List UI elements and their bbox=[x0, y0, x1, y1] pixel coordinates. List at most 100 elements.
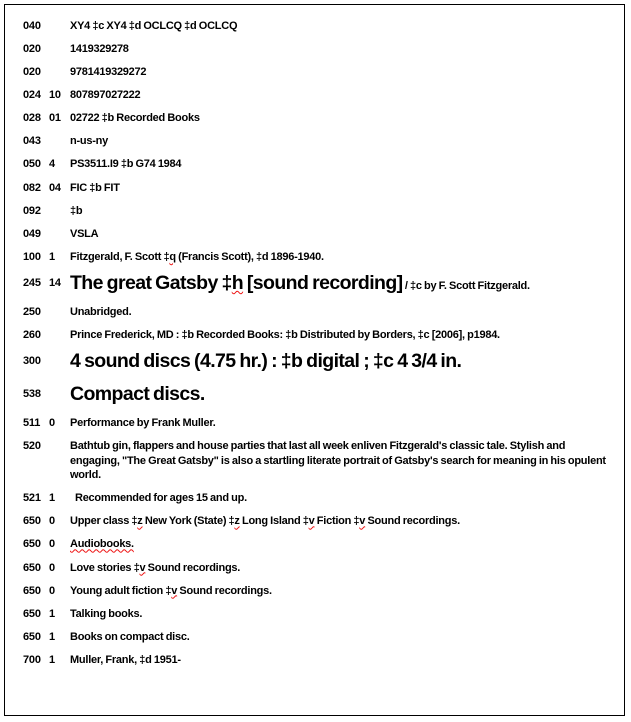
marc-content: Muller, Frank, ‡d 1951- bbox=[70, 653, 181, 666]
marc-content: Fitzgerald, F. Scott ‡q (Francis Scott),… bbox=[70, 250, 324, 263]
marc-tag: 260 bbox=[23, 329, 41, 342]
marc-row[interactable]: 043 n-us-ny bbox=[5, 134, 624, 148]
marc-indicators: 1 bbox=[49, 630, 55, 643]
marc-tag: 028 bbox=[23, 112, 41, 125]
marc-row[interactable]: 020 9781419329272 bbox=[5, 65, 624, 79]
marc-content: Talking books. bbox=[70, 607, 143, 620]
marc-content: Unabridged. bbox=[70, 306, 132, 319]
marc-tag: 024 bbox=[23, 89, 41, 102]
misspelled-word: v bbox=[171, 584, 178, 597]
marc-row[interactable]: 650 0 Love stories ‡v Sound recordings. bbox=[5, 561, 624, 575]
marc-tag: 300 bbox=[23, 355, 41, 368]
marc-content: 4 sound discs (4.75 hr.) : ‡b digital ; … bbox=[70, 350, 462, 373]
marc-content: The great Gatsby ‡h [sound recording] / … bbox=[70, 271, 616, 294]
marc-field-list: 040 XY4 ‡c XY4 ‡d OCLCQ ‡d OCLCQ 020 141… bbox=[5, 5, 624, 667]
title-main: The great Gatsby ‡h [sound recording] bbox=[70, 271, 403, 294]
misspelled-word: h bbox=[231, 271, 244, 294]
marc-record-frame: 040 XY4 ‡c XY4 ‡d OCLCQ ‡d OCLCQ 020 141… bbox=[4, 4, 625, 716]
marc-row-title[interactable]: 245 14 The great Gatsby ‡h [sound record… bbox=[5, 271, 624, 294]
marc-content: FIC ‡b FIT bbox=[70, 181, 120, 194]
marc-indicators: 4 bbox=[49, 158, 55, 171]
marc-row-summary[interactable]: 520 Bathtub gin, flappers and house part… bbox=[5, 439, 624, 482]
marc-row[interactable]: 040 XY4 ‡c XY4 ‡d OCLCQ ‡d OCLCQ bbox=[5, 19, 624, 33]
marc-tag: 650 bbox=[23, 584, 41, 597]
statement-of-responsibility: / ‡c by F. Scott Fitzgerald. bbox=[402, 279, 530, 292]
marc-content: n-us-ny bbox=[70, 134, 616, 148]
marc-tag: 092 bbox=[23, 204, 41, 217]
marc-tag: 020 bbox=[23, 43, 41, 56]
marc-tag: 650 bbox=[23, 607, 41, 620]
marc-row[interactable]: 028 01 02722 ‡b Recorded Books bbox=[5, 111, 624, 125]
marc-content: VSLA bbox=[70, 227, 99, 240]
marc-tag: 700 bbox=[23, 653, 41, 666]
marc-tag: 650 bbox=[23, 561, 41, 574]
marc-indicators: 1 bbox=[49, 250, 55, 263]
marc-tag: 521 bbox=[23, 492, 41, 505]
marc-indicators: 0 bbox=[49, 417, 55, 430]
marc-indicators: 0 bbox=[49, 584, 55, 597]
marc-tag: 250 bbox=[23, 306, 41, 319]
marc-indicators: 1 bbox=[49, 492, 55, 505]
marc-content: Bathtub gin, flappers and house parties … bbox=[70, 440, 606, 481]
misspelled-word: q bbox=[169, 250, 176, 263]
marc-content: PS3511.I9 ‡b G74 1984 bbox=[70, 158, 182, 171]
marc-row[interactable]: 092 ‡b bbox=[5, 204, 624, 218]
marc-row[interactable]: 020 1419329278 bbox=[5, 42, 624, 56]
marc-row[interactable]: 650 0 Young adult fiction ‡v Sound recor… bbox=[5, 584, 624, 598]
marc-tag: 100 bbox=[23, 250, 41, 263]
marc-indicators: 04 bbox=[49, 181, 61, 194]
misspelled-word: Audiobooks. bbox=[70, 538, 134, 551]
misspelled-word: v bbox=[359, 515, 366, 528]
misspelled-word: v bbox=[308, 515, 315, 528]
marc-row-physical-description[interactable]: 300 4 sound discs (4.75 hr.) : ‡b digita… bbox=[5, 350, 624, 373]
marc-row[interactable]: 650 0 Audiobooks. bbox=[5, 537, 624, 551]
marc-row[interactable]: 024 10 807897027222 bbox=[5, 88, 624, 102]
marc-content: Young adult fiction ‡v Sound recordings. bbox=[70, 584, 272, 597]
misspelled-word: v bbox=[139, 561, 146, 574]
marc-tag: 020 bbox=[23, 66, 41, 79]
marc-tag: 520 bbox=[23, 440, 41, 453]
marc-row[interactable]: 250 Unabridged. bbox=[5, 305, 624, 319]
marc-row[interactable]: 100 1 Fitzgerald, F. Scott ‡q (Francis S… bbox=[5, 250, 624, 264]
marc-row[interactable]: 260 Prince Frederick, MD : ‡b Recorded B… bbox=[5, 328, 624, 342]
marc-content: Audiobooks. bbox=[70, 537, 616, 551]
marc-tag: 049 bbox=[23, 227, 41, 240]
marc-row[interactable]: 650 1 Talking books. bbox=[5, 607, 624, 621]
marc-tag: 650 bbox=[23, 630, 41, 643]
marc-content: ‡b bbox=[70, 204, 83, 217]
marc-content-text: n-us-ny bbox=[70, 135, 108, 148]
marc-content: Books on compact disc. bbox=[70, 630, 190, 643]
marc-content: 02722 ‡b Recorded Books bbox=[70, 112, 200, 125]
marc-row[interactable]: 082 04 FIC ‡b FIT bbox=[5, 181, 624, 195]
marc-content: 1419329278 bbox=[70, 43, 129, 56]
marc-content: Performance by Frank Muller. bbox=[70, 417, 216, 430]
marc-tag: 650 bbox=[23, 515, 41, 528]
marc-indicators: 0 bbox=[49, 561, 55, 574]
marc-indicators: 10 bbox=[49, 89, 61, 102]
marc-row[interactable]: 521 1 Recommended for ages 15 and up. bbox=[5, 491, 624, 505]
marc-row[interactable]: 650 1 Books on compact disc. bbox=[5, 630, 624, 644]
marc-tag: 538 bbox=[23, 387, 41, 400]
marc-indicators: 1 bbox=[49, 653, 55, 666]
marc-tag: 082 bbox=[23, 181, 41, 194]
marc-indicators: 01 bbox=[49, 112, 61, 125]
marc-tag: 043 bbox=[23, 135, 41, 148]
misspelled-word: z bbox=[234, 515, 240, 528]
marc-content: Upper class ‡z New York (State) ‡z Long … bbox=[70, 515, 460, 528]
marc-row[interactable]: 049 VSLA bbox=[5, 227, 624, 241]
marc-content: Recommended for ages 15 and up. bbox=[75, 492, 247, 505]
marc-content: 9781419329272 bbox=[70, 66, 147, 79]
marc-row[interactable]: 700 1 Muller, Frank, ‡d 1951- bbox=[5, 653, 624, 667]
marc-row-system-details[interactable]: 538 Compact discs. bbox=[5, 382, 624, 405]
marc-row[interactable]: 650 0 Upper class ‡z New York (State) ‡z… bbox=[5, 514, 624, 528]
marc-row[interactable]: 511 0 Performance by Frank Muller. bbox=[5, 416, 624, 430]
marc-content: Prince Frederick, MD : ‡b Recorded Books… bbox=[70, 329, 500, 342]
marc-tag: 650 bbox=[23, 538, 41, 551]
marc-row[interactable]: 050 4 PS3511.I9 ‡b G74 1984 bbox=[5, 157, 624, 171]
marc-content: Love stories ‡v Sound recordings. bbox=[70, 561, 241, 574]
marc-content: Compact discs. bbox=[70, 382, 205, 405]
marc-indicators: 1 bbox=[49, 607, 55, 620]
marc-indicators: 0 bbox=[49, 515, 55, 528]
marc-indicators: 0 bbox=[49, 538, 55, 551]
marc-content: XY4 ‡c XY4 ‡d OCLCQ ‡d OCLCQ bbox=[70, 20, 238, 32]
